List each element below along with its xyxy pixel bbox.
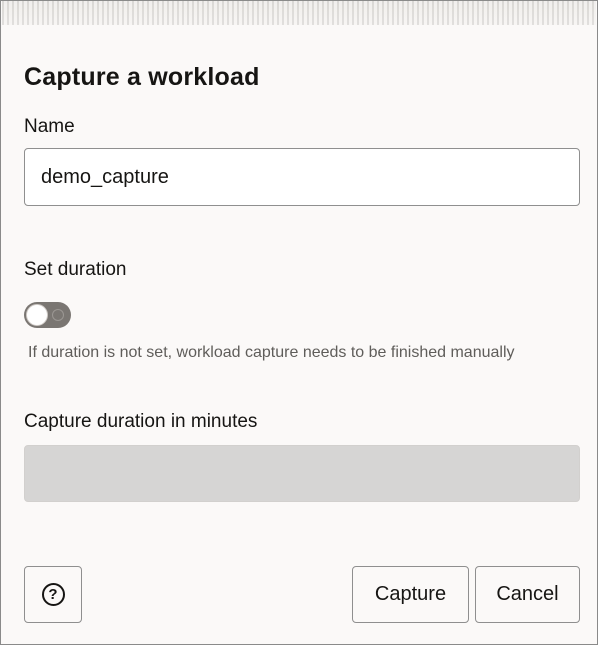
capture-duration-label: Capture duration in minutes [24, 411, 258, 432]
capture-workload-dialog: Capture a workload Name Set duration If … [0, 0, 598, 645]
dialog-title: Capture a workload [24, 63, 260, 91]
help-button[interactable]: ? [24, 566, 82, 623]
toggle-knob [26, 304, 48, 326]
set-duration-label: Set duration [24, 259, 127, 280]
dialog-header-texture [2, 1, 596, 25]
set-duration-toggle[interactable] [24, 302, 71, 328]
cancel-button[interactable]: Cancel [475, 566, 580, 623]
toggle-off-icon [52, 309, 64, 321]
set-duration-help-text: If duration is not set, workload capture… [28, 344, 515, 361]
capture-duration-input [24, 445, 580, 502]
name-input[interactable] [24, 148, 580, 206]
name-label: Name [24, 116, 75, 137]
help-icon: ? [41, 583, 65, 607]
capture-button[interactable]: Capture [352, 566, 469, 623]
